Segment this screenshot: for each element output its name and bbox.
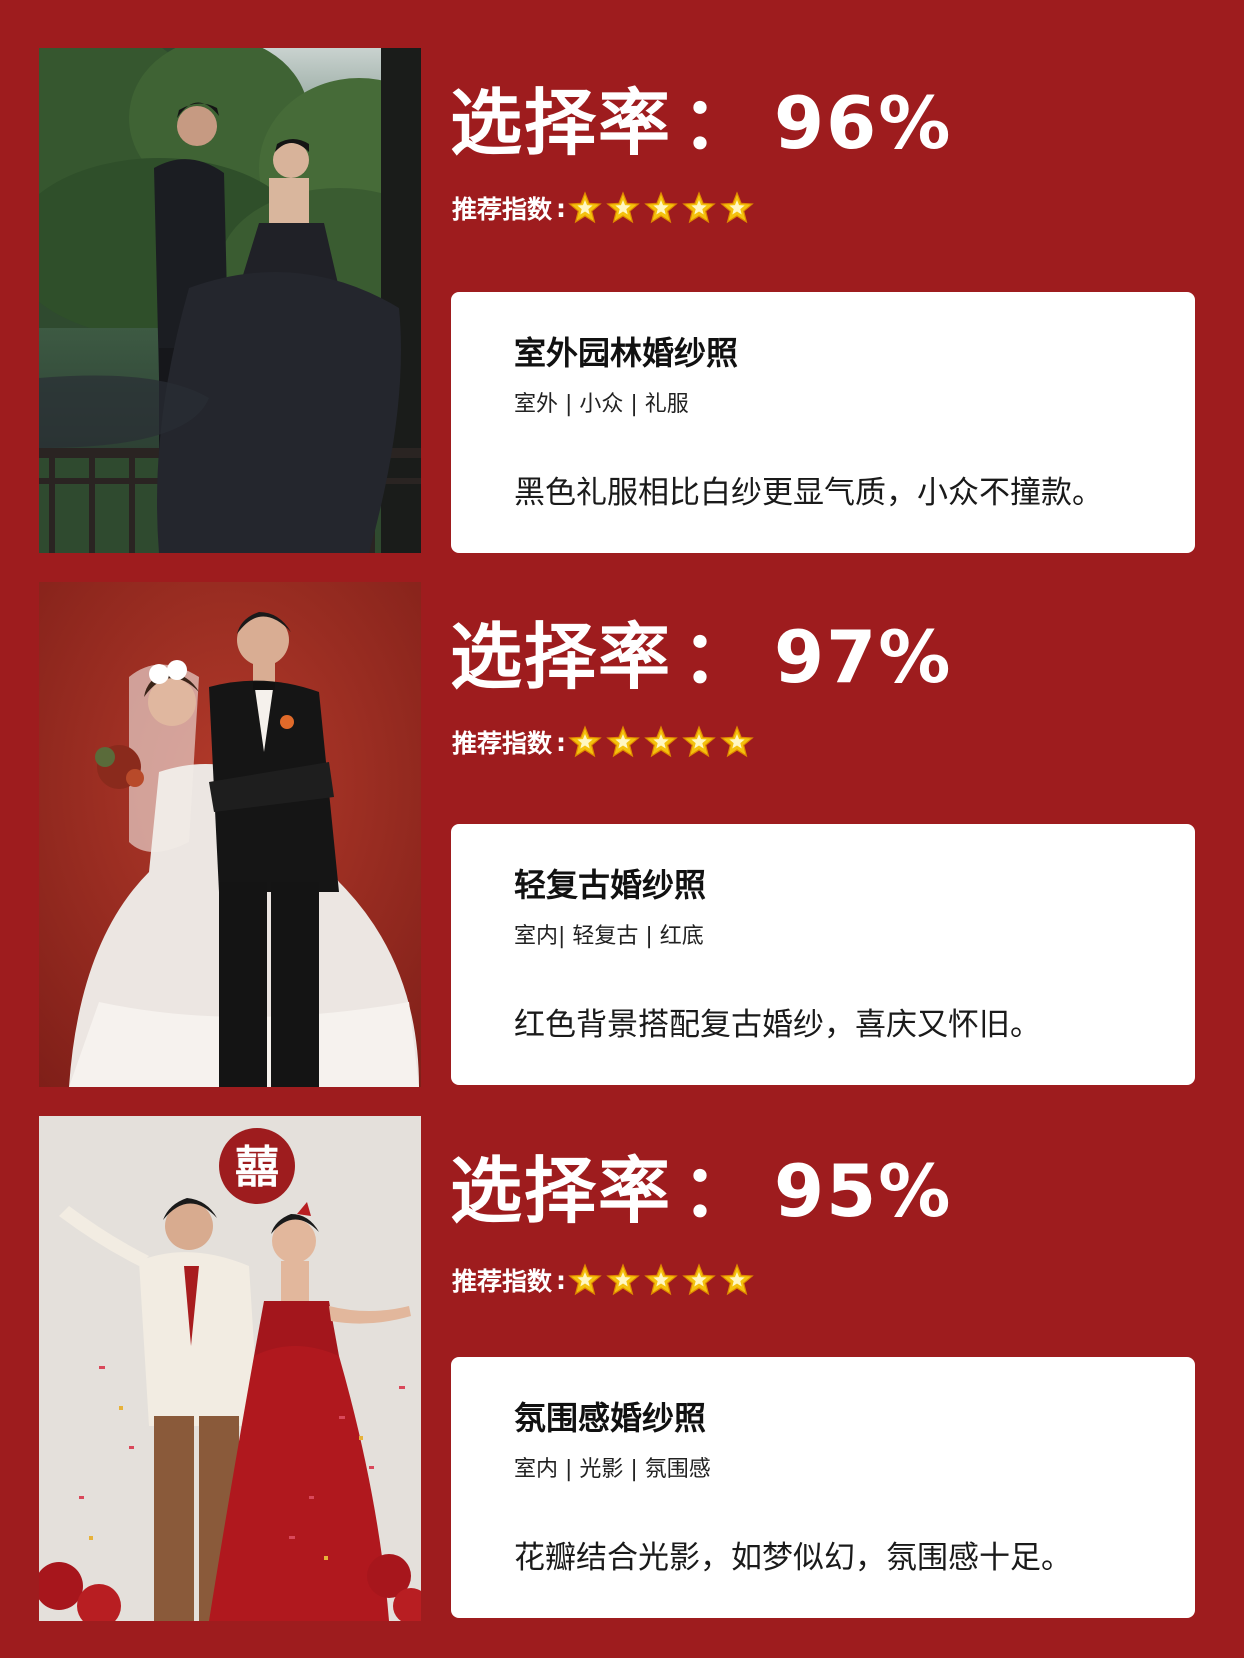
selection-rate-label: 选择率: [450, 81, 673, 165]
star-icon: [682, 725, 716, 758]
selection-rate-separator: ：: [682, 1149, 757, 1233]
ambience-couple-image: 囍: [39, 1116, 421, 1621]
star-icon: [720, 191, 754, 224]
card-tags: 室内 | 光影 | 氛围感: [514, 1457, 711, 1482]
card-title: 室外园林婚纱照: [514, 334, 739, 372]
selection-rate-separator: ：: [682, 81, 757, 165]
card-title: 氛围感婚纱照: [514, 1399, 707, 1437]
wedding-photo-ambience: 囍: [39, 1116, 421, 1621]
card-tags: 室内| 轻复古 | 红底: [514, 924, 704, 949]
star-icon: [568, 1263, 602, 1296]
recommend-separator: :: [556, 193, 567, 223]
star-icon: [606, 725, 640, 758]
recommend-separator: :: [556, 1265, 567, 1295]
star-rating: [568, 191, 754, 225]
selection-rate-value: 97%: [774, 615, 953, 699]
star-icon: [644, 1263, 678, 1296]
star-icon: [682, 1263, 716, 1296]
star-icon: [606, 191, 640, 224]
card-tags: 室外 | 小众 | 礼服: [514, 392, 689, 417]
recommend-label: 推荐指数: [452, 1267, 553, 1296]
star-rating: [568, 1263, 754, 1297]
selection-rate-separator: ：: [682, 615, 757, 699]
selection-rate-value: 96%: [774, 81, 953, 165]
selection-rate: 选择率 ： 96%: [450, 78, 952, 168]
style-card: 氛围感婚纱照 室内 | 光影 | 氛围感 花瓣结合光影，如梦似幻，氛围感十足。: [451, 1357, 1195, 1618]
card-description: 红色背景搭配复古婚纱，喜庆又怀旧。: [514, 1007, 1041, 1043]
card-description: 黑色礼服相比白纱更显气质，小众不撞款。: [514, 475, 1103, 511]
recommend-label: 推荐指数: [452, 195, 553, 224]
svg-text:囍: 囍: [235, 1142, 279, 1193]
card-description: 花瓣结合光影，如梦似幻，氛围感十足。: [514, 1540, 1072, 1576]
star-icon: [644, 191, 678, 224]
star-icon: [720, 725, 754, 758]
star-icon: [568, 191, 602, 224]
selection-rate: 选择率 ： 95%: [450, 1146, 952, 1236]
star-icon: [568, 725, 602, 758]
selection-rate: 选择率 ： 97%: [450, 612, 952, 702]
recommend-index: 推荐指数 :: [452, 188, 754, 228]
recommend-separator: :: [556, 727, 567, 757]
garden-couple-image: [39, 48, 421, 553]
recommend-label: 推荐指数: [452, 729, 553, 758]
style-section-3: 囍 选择率 ： 95% 推荐指数: 氛围感婚纱照 室内 | 光影 | 氛围感 …: [0, 1116, 1244, 1622]
style-card: 轻复古婚纱照 室内| 轻复古 | 红底 红色背景搭配复古婚纱，喜庆又怀旧。: [451, 824, 1195, 1085]
wedding-photo-retro: [39, 582, 421, 1087]
selection-rate-value: 95%: [774, 1149, 953, 1233]
wedding-photo-garden: [39, 48, 421, 553]
star-icon: [606, 1263, 640, 1296]
card-title: 轻复古婚纱照: [514, 866, 707, 904]
star-icon: [682, 191, 716, 224]
star-rating: [568, 725, 754, 759]
selection-rate-label: 选择率: [450, 1149, 673, 1233]
recommend-index: 推荐指数 :: [452, 1260, 754, 1300]
star-icon: [720, 1263, 754, 1296]
retro-couple-image: [39, 582, 421, 1087]
style-section-2: 选择率 ： 97% 推荐指数 : 轻复古婚纱照 室内| 轻复古 | 红底 红色背…: [0, 582, 1244, 1088]
star-icon: [644, 725, 678, 758]
style-card: 室外园林婚纱照 室外 | 小众 | 礼服 黑色礼服相比白纱更显气质，小众不撞款。: [451, 292, 1195, 553]
recommend-index: 推荐指数 :: [452, 722, 754, 762]
style-section-1: 选择率 ： 96% 推荐指数 : 室外园林婚纱照 室外 | 小众 | 礼服 黑色…: [0, 48, 1244, 554]
selection-rate-label: 选择率: [450, 615, 673, 699]
